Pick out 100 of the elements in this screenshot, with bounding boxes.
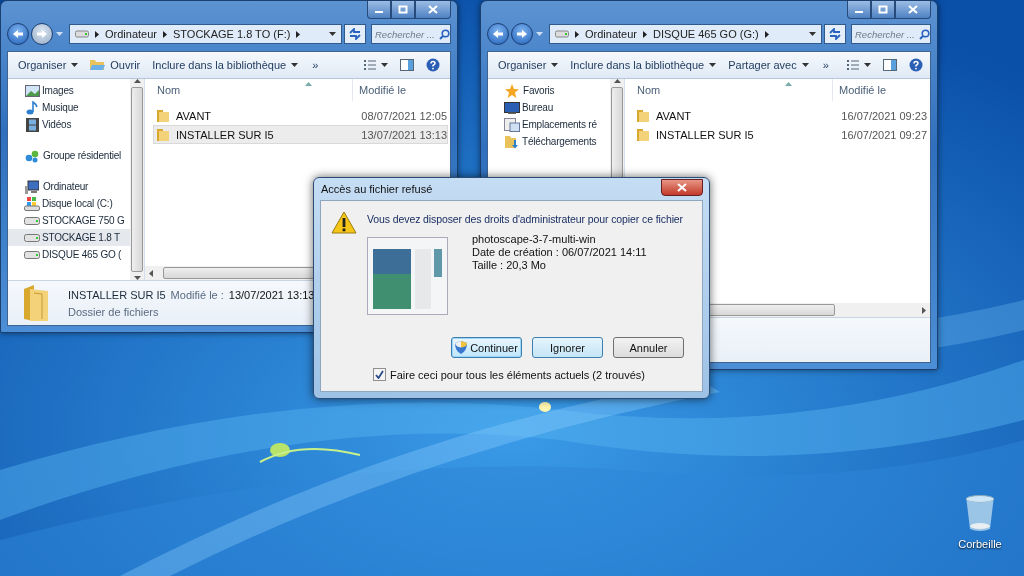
column-header[interactable]: Nom xyxy=(145,84,352,96)
back-button[interactable] xyxy=(7,23,29,45)
checkbox[interactable] xyxy=(373,368,386,381)
close-icon xyxy=(677,183,687,192)
file-name: AVANT xyxy=(176,109,212,122)
chevron-icon xyxy=(95,30,99,38)
close-button[interactable] xyxy=(661,179,703,196)
more-button[interactable]: » xyxy=(306,56,325,74)
file-name: AVANT xyxy=(656,109,692,122)
close-icon xyxy=(428,5,438,14)
pane-icon xyxy=(400,59,414,71)
caret-icon xyxy=(291,63,299,67)
folder-icon xyxy=(157,109,170,122)
chevron-icon xyxy=(643,30,647,38)
address-bar[interactable]: Ordinateur STOCKAGE 1.8 TO (F:) xyxy=(69,24,342,44)
back-button[interactable] xyxy=(487,23,509,45)
dialog-button[interactable]: Ignorer xyxy=(532,337,603,358)
file-row[interactable]: INSTALLER SUR I5 13/07/2021 13:13 xyxy=(153,125,448,144)
file-info: Taille : 20,3 Mo xyxy=(472,259,547,271)
search-input[interactable]: Rechercher ... xyxy=(855,28,919,40)
scrollbar[interactable] xyxy=(130,79,144,280)
drive-icon xyxy=(75,30,89,38)
system-drive-icon xyxy=(24,196,40,211)
search-input[interactable]: Rechercher ... xyxy=(375,28,439,40)
chevron-icon xyxy=(575,30,579,38)
maximize-icon xyxy=(878,5,888,14)
nav-item[interactable]: Disque local (C:) xyxy=(8,195,130,212)
menu-button[interactable]: Inclure dans la bibliothèque xyxy=(148,56,303,74)
nav-heading[interactable]: Ordinateur xyxy=(8,178,130,195)
nav-item[interactable]: Musique xyxy=(8,99,130,116)
download-folder-icon xyxy=(505,134,519,149)
open-button[interactable]: Ouvrir xyxy=(86,56,145,74)
caret-icon xyxy=(801,63,809,67)
nav-item[interactable]: Images xyxy=(8,82,130,99)
breadcrumb[interactable]: DISQUE 465 GO (G:) xyxy=(653,28,759,40)
dialog-button[interactable]: Annuler xyxy=(613,337,684,358)
close-button[interactable] xyxy=(415,1,451,19)
apply-all-checkbox[interactable]: Faire ceci pour tous les éléments actuels (2 trouvés) xyxy=(373,368,692,381)
desktop-shortcut[interactable]: Corbeille xyxy=(948,495,1012,550)
column-header[interactable]: Nom xyxy=(625,84,832,96)
chevron-icon xyxy=(764,30,769,38)
refresh-icon xyxy=(348,28,362,40)
scroll-left-icon[interactable] xyxy=(149,269,153,277)
scroll-right-icon[interactable] xyxy=(922,306,926,314)
nav-item[interactable]: Téléchargements xyxy=(488,133,610,150)
menu-button[interactable]: Inclure dans la bibliothèque xyxy=(566,56,721,74)
help-icon xyxy=(426,58,440,72)
refresh-button[interactable] xyxy=(824,24,846,44)
dialog-button[interactable]: Continuer xyxy=(451,337,522,358)
column-header[interactable]: Modifié le xyxy=(832,79,930,101)
breadcrumb[interactable]: Ordinateur xyxy=(105,28,157,40)
item-name: INSTALLER SUR I5 xyxy=(68,288,166,301)
more-button[interactable]: » xyxy=(816,56,835,74)
nav-item[interactable]: STOCKAGE 750 G xyxy=(8,212,130,229)
file-date: 16/07/2021 09:27 xyxy=(840,127,927,143)
recent-places-icon xyxy=(504,117,520,132)
search-field[interactable]: Rechercher ... xyxy=(851,24,931,44)
caret-icon xyxy=(709,63,717,67)
dropdown-caret-icon xyxy=(329,32,336,36)
file-row[interactable]: INSTALLER SUR I5 16/07/2021 09:27 xyxy=(633,125,928,144)
maximize-button[interactable] xyxy=(871,1,895,19)
monitor-icon xyxy=(504,101,520,114)
maximize-button[interactable] xyxy=(391,1,415,19)
menu-button[interactable]: Partager avec xyxy=(724,56,813,74)
breadcrumb[interactable]: Ordinateur xyxy=(585,28,637,40)
menu-button[interactable]: Organiser xyxy=(494,56,563,74)
nav-item[interactable]: Bureau xyxy=(488,99,610,116)
minimize-button[interactable] xyxy=(847,1,871,19)
menu-button[interactable]: Organiser xyxy=(14,56,83,74)
dialog-message: Vous devez disposer des droits d'administrateur pour copier ce fichier xyxy=(367,213,683,225)
shield-icon xyxy=(455,341,468,354)
address-bar[interactable]: Ordinateur DISQUE 465 GO (G:) xyxy=(549,24,822,44)
warning-icon xyxy=(331,211,357,234)
nav-item[interactable]: Emplacements ré xyxy=(488,116,610,133)
forward-button[interactable] xyxy=(31,23,53,45)
folder-icon xyxy=(637,109,650,122)
search-icon xyxy=(439,28,450,40)
minimize-button[interactable] xyxy=(367,1,391,19)
nav-item[interactable]: DISQUE 465 GO ( xyxy=(8,246,130,263)
drive-icon xyxy=(24,216,40,225)
nav-heading[interactable]: Favoris xyxy=(488,82,610,99)
file-row[interactable]: AVANT 08/07/2021 12:05 xyxy=(153,106,448,125)
forward-button[interactable] xyxy=(511,23,533,45)
refresh-button[interactable] xyxy=(344,24,366,44)
close-button[interactable] xyxy=(895,1,931,19)
list-view-icon xyxy=(364,60,388,70)
nav-item[interactable]: Vidéos xyxy=(8,116,130,133)
dropdown-caret-icon xyxy=(809,32,816,36)
nav-heading[interactable]: Groupe résidentiel xyxy=(8,147,130,164)
maximize-icon xyxy=(398,5,408,14)
file-row[interactable]: AVANT 16/07/2021 09:23 xyxy=(633,106,928,125)
icon-label: Corbeille xyxy=(958,538,1002,550)
nav-item[interactable]: STOCKAGE 1.8 T xyxy=(8,229,130,246)
chevron-icon xyxy=(296,30,301,38)
file-name: INSTALLER SUR I5 xyxy=(176,128,274,141)
column-header[interactable]: Modifié le xyxy=(352,79,450,101)
breadcrumb[interactable]: STOCKAGE 1.8 TO (F:) xyxy=(173,28,291,40)
search-field[interactable]: Rechercher ... xyxy=(371,24,451,44)
sort-caret-icon xyxy=(785,82,792,86)
left-arrow-icon xyxy=(492,29,504,39)
